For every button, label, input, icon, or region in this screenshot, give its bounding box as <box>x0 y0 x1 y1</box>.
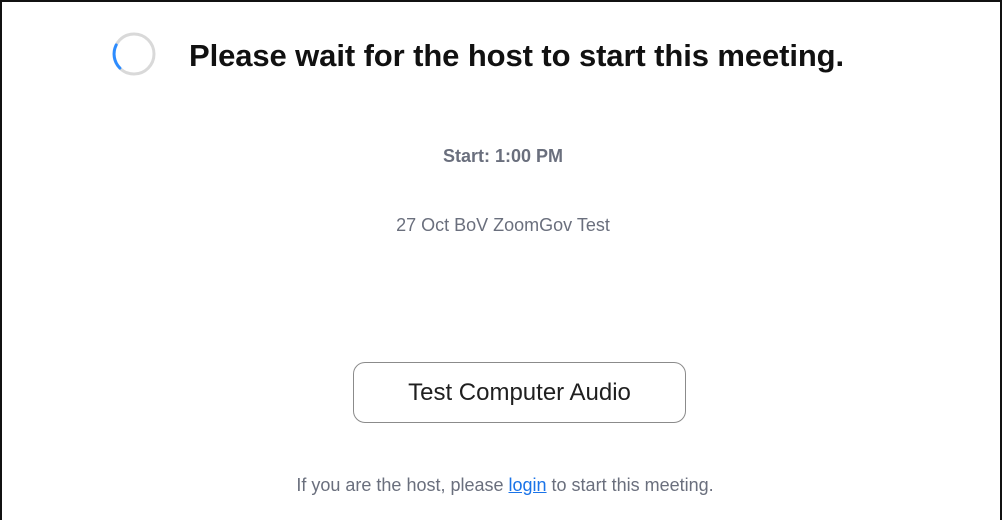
waiting-title: Please wait for the host to start this m… <box>189 38 845 73</box>
host-prompt-text-after: to start this meeting. <box>546 475 714 495</box>
test-computer-audio-button[interactable]: Test Computer Audio <box>353 362 686 423</box>
host-prompt-text-before: If you are the host, please <box>296 475 509 495</box>
meeting-start-time: Start: 1:00 PM <box>442 146 564 166</box>
host-login-prompt: If you are the host, please login to sta… <box>2 475 1006 496</box>
waiting-room-window: Please wait for the host to start this m… <box>0 0 1002 520</box>
login-link[interactable]: login <box>509 475 547 495</box>
meeting-topic: 27 Oct BoV ZoomGov Test <box>396 215 610 235</box>
loading-spinner-icon <box>112 32 156 76</box>
